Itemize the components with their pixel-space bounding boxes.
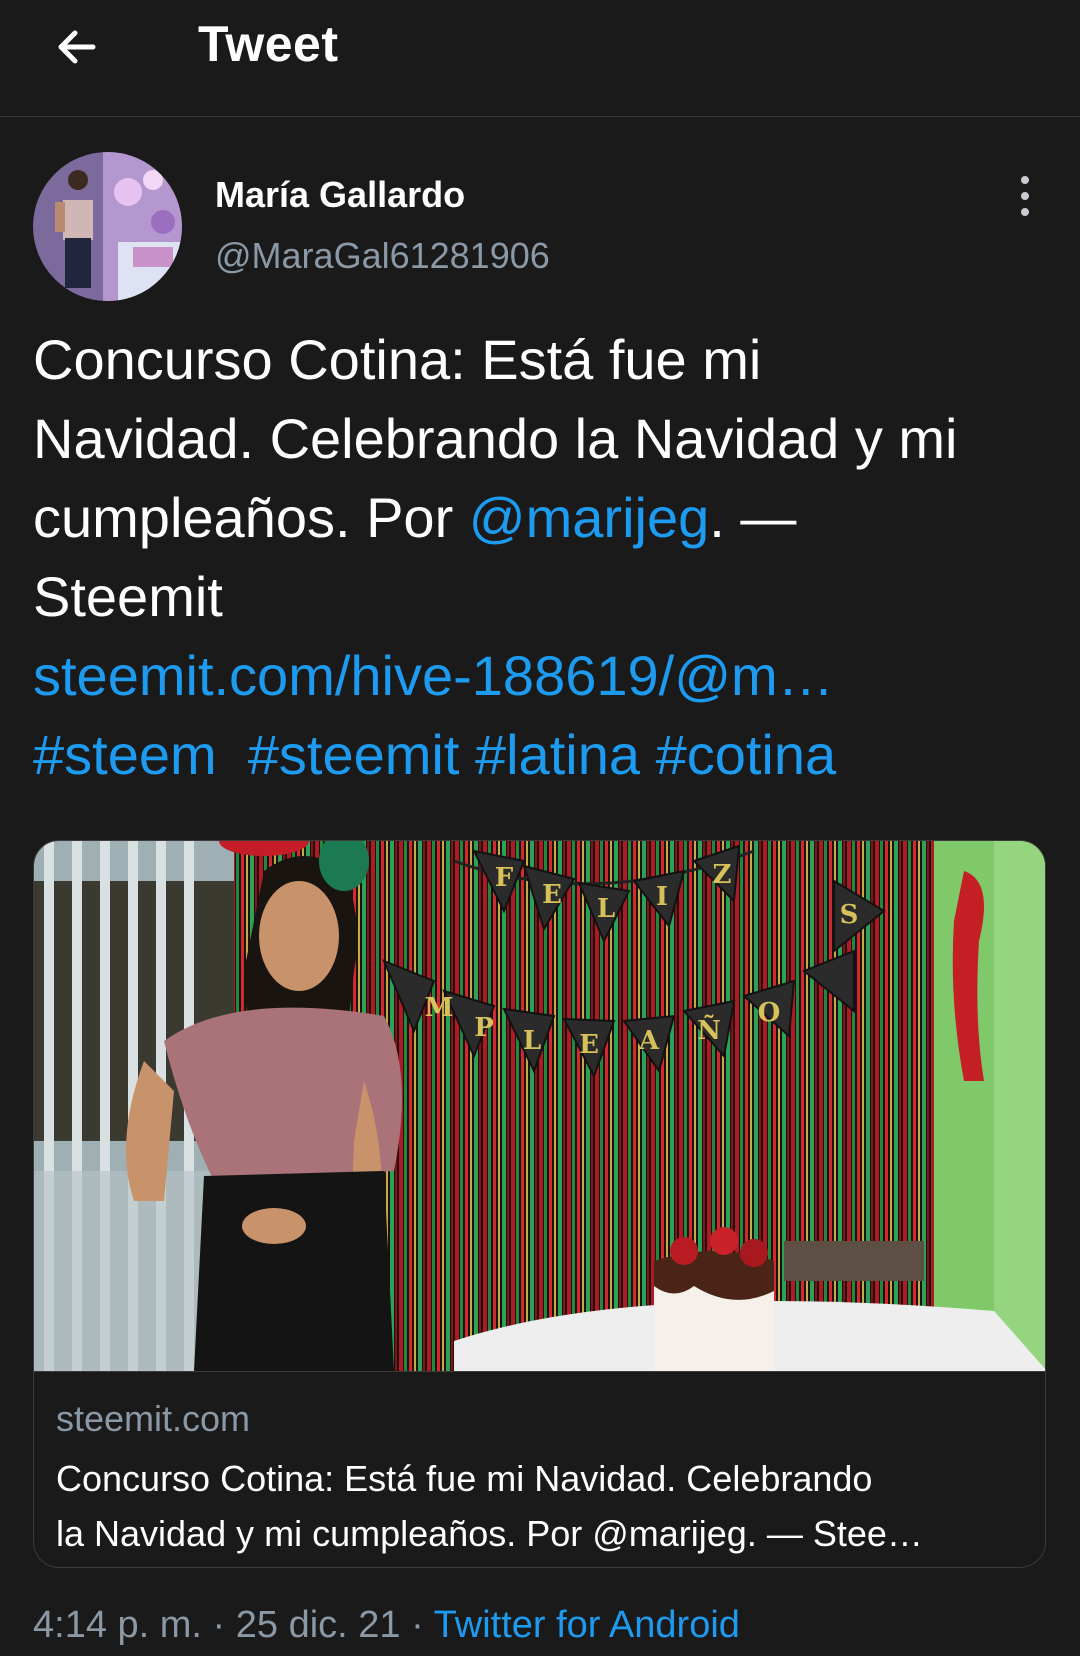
tweet-text-line: Steemit bbox=[33, 565, 223, 628]
avatar[interactable] bbox=[33, 152, 182, 301]
banner-letter: O bbox=[758, 998, 781, 1028]
card-photo: F E L I Z M P L E A Ñ O S bbox=[34, 841, 1045, 1371]
url-link[interactable]: steemit.com/hive-188619/@m… bbox=[33, 636, 1053, 715]
tweet-text-line: Navidad. Celebrando la Navidad y mi bbox=[33, 407, 958, 470]
more-options-button[interactable] bbox=[1000, 168, 1050, 224]
banner-letter: L bbox=[597, 894, 615, 924]
arrow-left-icon bbox=[58, 30, 96, 64]
tweet-time: 4:14 p. m. bbox=[33, 1604, 202, 1646]
banner-letter: I bbox=[656, 882, 668, 912]
banner-letter: E bbox=[542, 880, 562, 910]
hashtags: #steem #steemit #latina #cotina bbox=[33, 715, 1053, 794]
tweet-text: Concurso Cotina: Está fue mi Navidad. Ce… bbox=[33, 320, 1053, 794]
hashtag-link[interactable]: #steem bbox=[33, 723, 217, 786]
author-name[interactable]: María Gallardo bbox=[215, 172, 465, 218]
card-image: F E L I Z M P L E A Ñ O S bbox=[34, 841, 1045, 1372]
card-domain: steemit.com bbox=[56, 1398, 251, 1439]
mention-link[interactable]: @marijeg bbox=[469, 486, 709, 549]
author-handle[interactable]: @MaraGal61281906 bbox=[215, 233, 550, 279]
banner-letter: L bbox=[523, 1026, 541, 1056]
hashtag-link[interactable]: #latina bbox=[475, 723, 640, 786]
card-title-line: Concurso Cotina: Está fue mi Navidad. Ce… bbox=[56, 1458, 873, 1499]
top-bar: Tweet bbox=[0, 0, 1080, 117]
tweet-text-line: Concurso Cotina: Está fue mi bbox=[33, 328, 762, 391]
banner-letter: Z bbox=[713, 860, 732, 890]
link-preview-card[interactable]: F E L I Z M P L E A Ñ O S steemit.com Co… bbox=[33, 840, 1046, 1568]
banner-letter: P bbox=[474, 1013, 494, 1043]
card-title: Concurso Cotina: Está fue mi Navidad. Ce… bbox=[56, 1451, 1026, 1561]
tweet-text-segment: . — bbox=[709, 486, 797, 549]
banner-letter: E bbox=[579, 1030, 599, 1060]
tweet-source-link[interactable]: Twitter for Android bbox=[434, 1604, 740, 1646]
back-button[interactable] bbox=[40, 10, 114, 84]
tweet-text-line: cumpleaños. Por @marijeg. — bbox=[33, 478, 1053, 557]
tweet-meta: 4:14 p. m. · 25 dic. 21 · Twitter for An… bbox=[33, 1600, 740, 1650]
banner-letter: Ñ bbox=[697, 1014, 721, 1046]
more-vertical-icon-dot bbox=[1021, 208, 1029, 216]
avatar-photo bbox=[33, 152, 182, 301]
tweet-date: 25 dic. 21 bbox=[235, 1604, 401, 1646]
banner-letter: S bbox=[840, 900, 859, 930]
hashtag-link[interactable]: #cotina bbox=[656, 723, 837, 786]
card-title-line: la Navidad y mi cumpleaños. Por @marijeg… bbox=[56, 1513, 923, 1554]
more-vertical-icon-dot bbox=[1021, 192, 1029, 200]
page-title: Tweet bbox=[198, 16, 339, 72]
banner-letter: F bbox=[495, 863, 514, 893]
meta-separator: · bbox=[400, 1604, 434, 1646]
more-vertical-icon bbox=[1021, 176, 1029, 184]
meta-separator: · bbox=[201, 1604, 236, 1646]
banner-letter: M bbox=[425, 993, 454, 1023]
tweet-text-segment: cumpleaños. Por bbox=[33, 486, 469, 549]
hashtag-link[interactable]: #steemit bbox=[248, 723, 460, 786]
banner-letter: A bbox=[638, 1026, 660, 1056]
